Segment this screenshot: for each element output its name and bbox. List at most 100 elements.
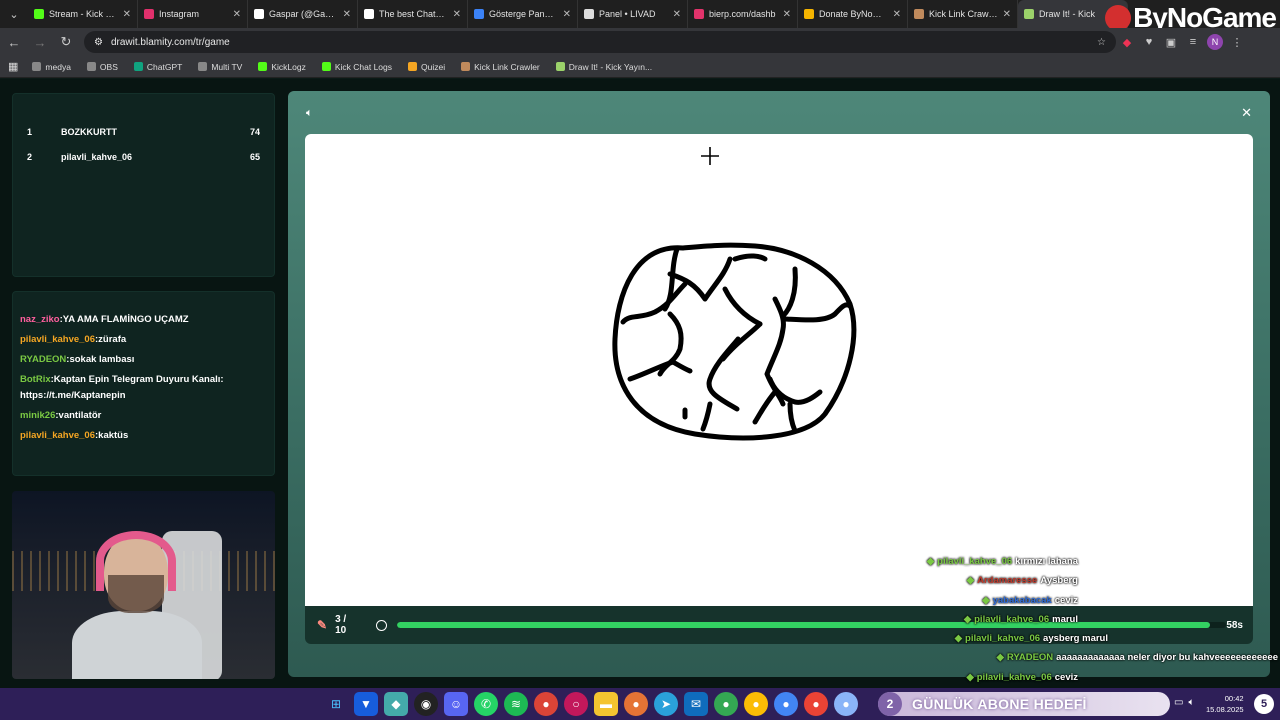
chrome-profile-icon-2[interactable]: ●	[714, 692, 738, 716]
overlay-username: pilavli_kahve_06	[965, 633, 1041, 645]
overlay-chat: ◆ pilavli_kahve_06 kırmızı lahana ◆ Ardamare…	[920, 552, 1280, 687]
browser-tab[interactable]: Kick Link Crawler ✕	[908, 0, 1018, 28]
bookmark-icon	[408, 62, 418, 71]
address-bar-row: ← → ↻ ⚙ drawit.blamity.com/tr/game ☆ ◆ ♥…	[0, 28, 1280, 56]
tab-close-icon[interactable]: ✕	[233, 9, 241, 20]
reload-icon[interactable]: ↻	[54, 30, 78, 54]
back-icon[interactable]: ←	[2, 30, 26, 54]
bookmark-item[interactable]: ChatGPT	[133, 62, 182, 72]
overlay-chat-message: ◆ yabakabacak ceviz	[920, 591, 1280, 610]
tab-search-icon[interactable]: ⌄	[0, 0, 28, 28]
chrome-icon[interactable]: ●	[534, 692, 558, 716]
tab-favicon-icon	[144, 9, 154, 19]
tab-close-icon[interactable]: ✕	[783, 9, 791, 20]
bookmark-star-icon[interactable]: ☆	[1097, 37, 1106, 48]
overlay-text: aaaaaaaaaaaaa neler diyor bu kahveeeeeee…	[1056, 652, 1278, 664]
crosshair-cursor	[701, 147, 719, 165]
bookmark-item[interactable]: Kick Chat Logs	[321, 62, 392, 72]
chrome-profile-icon-4[interactable]: ●	[774, 692, 798, 716]
player-name: BOZKKURTT	[61, 127, 117, 137]
bookmark-label: Draw It! - Kick Yayın...	[568, 61, 653, 72]
discord-icon[interactable]: ☺	[444, 692, 468, 716]
score-rank: 2	[27, 152, 33, 162]
browser-tab[interactable]: Instagram ✕	[138, 0, 248, 28]
bookmark-item[interactable]: Draw It! - Kick Yayın...	[555, 61, 653, 72]
close-icon[interactable]: ✕	[1241, 105, 1252, 121]
overlay-username: pilavli_kahve_06	[976, 671, 1052, 683]
chat-username[interactable]: minik26	[20, 410, 55, 421]
walnut-drawing	[612, 147, 857, 441]
bookmark-item[interactable]: OBS	[86, 62, 118, 72]
spotify-icon[interactable]: ≋	[504, 692, 528, 716]
browser-tab[interactable]: Panel • LIVAD ✕	[578, 0, 688, 28]
telegram-icon[interactable]: ➤	[654, 692, 678, 716]
volume-icon[interactable]: 🔈︎	[1188, 697, 1194, 708]
whatsapp-icon[interactable]: ✆	[474, 692, 498, 716]
tab-close-icon[interactable]: ✕	[453, 9, 461, 20]
scoreboard-panel: 1 BOZKKURTT 74 2 pilavli_kahve_06 65	[12, 93, 275, 277]
sound-icon[interactable]: 🔈︎	[306, 107, 313, 120]
browser-tab[interactable]: Donate ByNoGam ✕	[798, 0, 908, 28]
chrome-profile-icon-5[interactable]: ●	[804, 692, 828, 716]
chat-text: :zürafa	[95, 334, 127, 345]
profile-avatar[interactable]: N	[1204, 31, 1226, 53]
chrome-profile-icon-6[interactable]: ●	[834, 692, 858, 716]
browser-menu-icon[interactable]: ⋮	[1226, 31, 1248, 53]
chat-username[interactable]: RYADEON	[20, 354, 66, 365]
drawing-canvas[interactable]	[305, 134, 1253, 606]
system-tray[interactable]: ▭ 🔈︎	[1174, 697, 1194, 708]
apps-grid-icon[interactable]: ▦	[8, 60, 18, 73]
tab-close-icon[interactable]: ✕	[893, 9, 901, 20]
chat-username[interactable]: pilavli_kahve_06	[20, 334, 95, 345]
bookmark-item[interactable]: medya	[32, 62, 71, 72]
chat-username[interactable]: pilavli_kahve_06	[20, 430, 95, 441]
tab-favicon-icon	[584, 9, 594, 19]
obs-icon[interactable]: ◉	[414, 692, 438, 716]
bookmark-item[interactable]: Quizei	[408, 62, 445, 72]
outlook-icon[interactable]: ✉	[684, 692, 708, 716]
bookmark-label: Kick Link Crawler	[474, 61, 540, 72]
chat-username[interactable]: naz_ziko	[20, 314, 60, 325]
badge-icon: ◆	[926, 556, 935, 567]
overlay-chat-message: ◆ pilavli_kahve_06 marul	[920, 610, 1280, 629]
bookmark-label: Multi TV	[211, 61, 243, 72]
chat-username[interactable]: BotRix	[20, 374, 51, 385]
tab-close-icon[interactable]: ✕	[343, 9, 351, 20]
bookmark-item[interactable]: Multi TV	[198, 62, 242, 72]
chrome-profile-icon-1[interactable]: ●	[624, 692, 648, 716]
tab-title: Stream - Kick Dash	[49, 9, 118, 19]
bookmark-item[interactable]: KickLogz	[258, 62, 306, 72]
network-icon[interactable]: ▭	[1174, 697, 1183, 708]
browser-tab[interactable]: The best ChatBot ✕	[358, 0, 468, 28]
badge-icon: ◆	[963, 613, 972, 625]
windows-start-icon[interactable]: ⊞	[324, 692, 348, 716]
browser-tab[interactable]: Stream - Kick Dash ✕	[28, 0, 138, 28]
overlay-username: pilavli_kahve_06	[974, 613, 1050, 625]
url-bar[interactable]: ⚙ drawit.blamity.com/tr/game ☆	[84, 31, 1116, 53]
chat-message: BotRix:Kaptan Epin Telegram Duyuru Kanal…	[20, 372, 268, 404]
tab-close-icon[interactable]: ✕	[673, 9, 681, 20]
tab-close-icon[interactable]: ✕	[123, 9, 131, 20]
browser-tab[interactable]: bierp.com/dashb ✕	[688, 0, 798, 28]
extension-icon-1[interactable]: ◆	[1116, 31, 1138, 53]
bookmark-item[interactable]: Kick Link Crawler	[461, 62, 540, 72]
bitwarden-icon[interactable]: ▼	[354, 692, 378, 716]
extensions-puzzle-icon[interactable]: ▣	[1160, 31, 1182, 53]
browser-tab[interactable]: Gösterge Paneli - ✕	[468, 0, 578, 28]
notification-badge[interactable]: 5	[1254, 694, 1274, 714]
opera-icon[interactable]: ○	[564, 692, 588, 716]
daily-sub-goal: 2 GÜNLÜK ABONE HEDEFİ	[878, 692, 1170, 716]
taskbar-clock[interactable]: 00:42 15.08.2025	[1206, 693, 1244, 715]
tab-close-icon[interactable]: ✕	[1003, 9, 1011, 20]
media-controls-icon[interactable]: ≡	[1182, 31, 1204, 53]
tab-close-icon[interactable]: ✕	[563, 9, 571, 20]
extension-icon-2[interactable]: ♥	[1138, 31, 1160, 53]
overlay-username: pilavli_kahve_06	[937, 556, 1013, 567]
tab-favicon-icon	[1024, 9, 1034, 19]
site-info-icon[interactable]: ⚙	[94, 37, 103, 48]
file-explorer-icon[interactable]: ▬	[594, 692, 618, 716]
app-icon[interactable]: ◆	[384, 692, 408, 716]
forward-icon[interactable]: →	[28, 30, 52, 54]
chrome-profile-icon-3[interactable]: ●	[744, 692, 768, 716]
browser-tab[interactable]: Gaspar (@Gaspar ✕	[248, 0, 358, 28]
